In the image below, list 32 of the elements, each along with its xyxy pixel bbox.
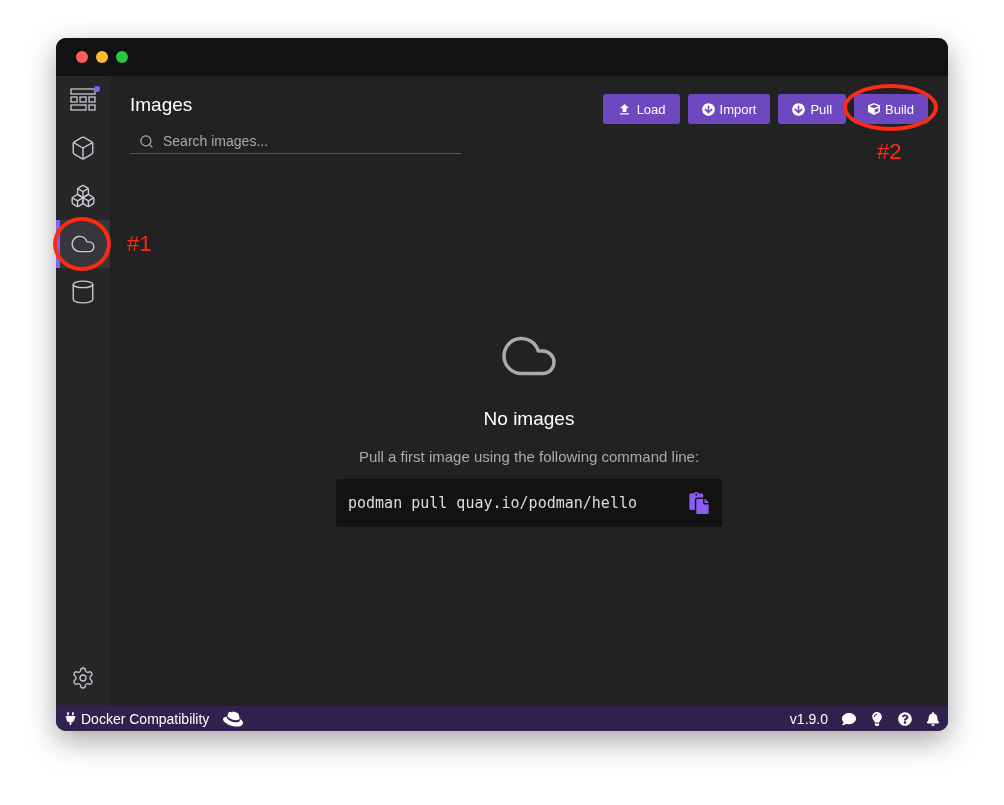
import-button[interactable]: Import xyxy=(687,94,771,124)
version-text: v1.9.0 xyxy=(789,710,828,727)
comment-icon[interactable] xyxy=(842,711,856,726)
minimize-icon[interactable] xyxy=(96,51,108,63)
status-item[interactable]: Docker Compatibility xyxy=(64,710,210,727)
page-title: Images xyxy=(130,94,194,116)
help-icon[interactable] xyxy=(898,711,912,726)
cylinder-icon xyxy=(70,279,96,305)
close-icon[interactable] xyxy=(76,51,88,63)
command-text: podman pull quay.io/podman/hello xyxy=(348,494,637,512)
build-button[interactable]: Build xyxy=(854,94,928,124)
annotation-ring xyxy=(53,217,111,271)
empty-message: Pull a first image using the following command line: xyxy=(358,448,700,465)
cube-icon xyxy=(70,135,96,161)
search-icon xyxy=(139,134,154,149)
search-field[interactable]: Search images... xyxy=(130,128,461,154)
plug-icon xyxy=(64,712,77,725)
download-icon xyxy=(701,102,715,116)
annotation-label: #1 xyxy=(127,231,152,257)
cubes-icon xyxy=(70,183,96,209)
empty-title: No images xyxy=(483,408,575,430)
pull-button[interactable]: Pull xyxy=(778,94,847,124)
settings-icon xyxy=(71,666,95,690)
zoom-icon[interactable] xyxy=(116,51,128,63)
copy-icon[interactable] xyxy=(688,492,710,514)
load-button[interactable]: Load xyxy=(602,94,680,124)
dashboard-icon xyxy=(70,88,96,112)
cube-icon xyxy=(868,103,881,115)
annotation-label: #2 xyxy=(877,139,902,165)
bell-icon[interactable] xyxy=(926,711,940,726)
download-icon xyxy=(792,102,806,116)
lightbulb-icon[interactable] xyxy=(870,711,884,726)
